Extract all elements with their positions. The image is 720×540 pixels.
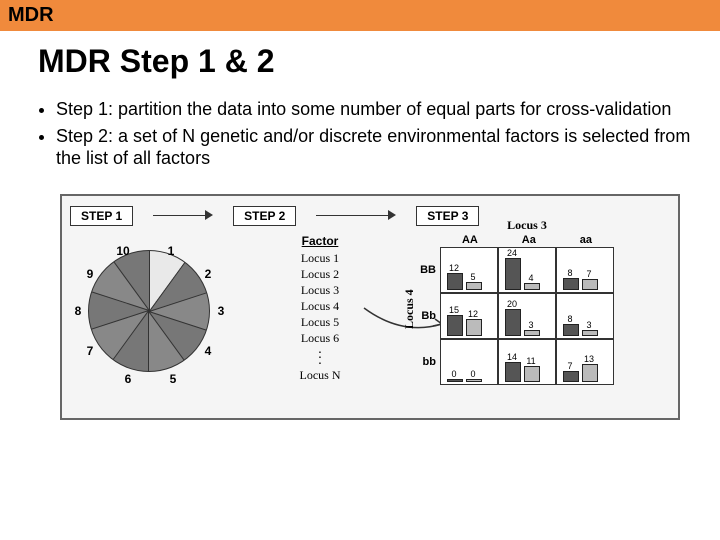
bar-icon [563,371,579,382]
grid-row-label: bb [416,339,440,385]
arrow-icon [316,211,396,221]
bar-value: 12 [446,263,462,273]
pie-slice-label: 6 [120,372,136,386]
bar-value: 3 [581,320,597,330]
diagram-container: STEP 1 STEP 2 STEP 3 [60,194,680,420]
bar-icon [447,315,463,336]
pie-slice-label: 4 [200,344,216,358]
bar-value: 0 [465,369,481,379]
bar-value: 0 [446,369,462,379]
header-bar: MDR [0,0,720,31]
grid-row-label: BB [416,247,440,293]
cv-pie-icon [88,250,210,372]
bar-value: 11 [523,356,539,366]
bullet-list: Step 1: partition the data into some num… [28,98,692,170]
arrow-icon [153,211,213,221]
page-title: MDR Step 1 & 2 [38,43,720,80]
bar-icon [524,283,540,290]
bar-value: 5 [465,272,481,282]
bar-icon [582,279,598,290]
bar-value: 15 [446,305,462,315]
grid-cell: 87 [556,247,614,293]
diagram-content-row: 1 2 3 4 5 6 7 8 9 10 Factor Locus 1 Locu… [70,234,670,404]
bar-icon [524,366,540,382]
bar-pair: 244 [505,258,540,290]
bar-icon [524,330,540,336]
bar-icon [505,309,521,336]
grid-cell: 83 [556,293,614,339]
pie-slice-label: 5 [165,372,181,386]
bar-icon [563,278,579,290]
grid-row-label: Bb [416,293,440,339]
step-1-box: STEP 1 [70,206,133,226]
bar-value: 12 [465,309,481,319]
bar-icon [563,324,579,336]
bar-pair: 125 [447,273,482,290]
bullet-item: Step 1: partition the data into some num… [56,98,692,121]
pie-slice-label: 3 [213,304,229,318]
grid-cell: 24 4 [498,247,556,293]
bar-value: 7 [581,269,597,279]
bar-icon [447,379,463,382]
grid-x-axis-label: Locus 3 [440,218,614,233]
bar-pair: 713 [563,364,598,382]
step-2-box: STEP 2 [233,206,296,226]
bar-value: 4 [523,273,539,283]
grid-y-axis-label: Locus 4 [402,234,417,385]
pie-slice-label: 1 [163,244,179,258]
bar-value: 20 [504,299,520,309]
factor-item: Locus 1 [260,250,380,266]
bar-value: 13 [581,354,597,364]
bar-icon [466,379,482,382]
bar-icon [466,319,482,336]
mdr-steps-diagram: STEP 1 STEP 2 STEP 3 [60,194,680,420]
grid-cell: 20 3 [498,293,556,339]
grid-col-headers: Locus 3 AA Aa aa [440,234,614,246]
bar-value: 8 [562,268,578,278]
factor-header: Factor [260,234,380,248]
bullet-item: Step 2: a set of N genetic and/or discre… [56,125,692,170]
grid-col-label: aa [580,234,592,246]
grid-body: Locus 4 BB12524487Bb151220383bb001411713 [416,247,614,385]
bar-value: 24 [504,248,520,258]
pie-slice-label: 9 [82,267,98,281]
bar-pair: 1512 [447,315,482,336]
grid-col-label: Aa [522,234,536,246]
vdots-icon: ··· [260,349,380,366]
bar-icon [466,282,482,290]
factor-item: Locus N [260,367,380,383]
bar-value: 3 [523,320,539,330]
grid-col-label: AA [462,234,478,246]
bar-icon [582,364,598,382]
grid-cell: 1512 [440,293,498,339]
bar-value: 8 [562,314,578,324]
factor-item: Locus 3 [260,282,380,298]
grid-cell: 713 [556,339,614,385]
bar-icon [505,258,521,290]
histogram-grid: Locus 3 AA Aa aa Locus 4 BB12524487Bb151… [416,234,614,385]
bar-icon [582,330,598,336]
pie-slice-label: 10 [115,244,131,258]
bar-pair: 87 [563,278,598,290]
factor-item: Locus 2 [260,266,380,282]
bar-value: 7 [562,361,578,371]
bar-icon [447,273,463,290]
bar-icon [505,362,521,382]
pie-column: 1 2 3 4 5 6 7 8 9 10 [70,234,240,372]
pie-slice-label: 2 [200,267,216,281]
pie-slice-label: 8 [70,304,86,318]
grid-cell: 1411 [498,339,556,385]
grid-cell: 125 [440,247,498,293]
pie-slice-label: 7 [82,344,98,358]
bar-pair: 83 [563,324,598,336]
bar-pair: 1411 [505,362,540,382]
bar-value: 14 [504,352,520,362]
grid-cell: 00 [440,339,498,385]
header-label: MDR [8,4,54,26]
bar-pair: 203 [505,309,540,336]
bar-pair: 00 [447,379,482,382]
